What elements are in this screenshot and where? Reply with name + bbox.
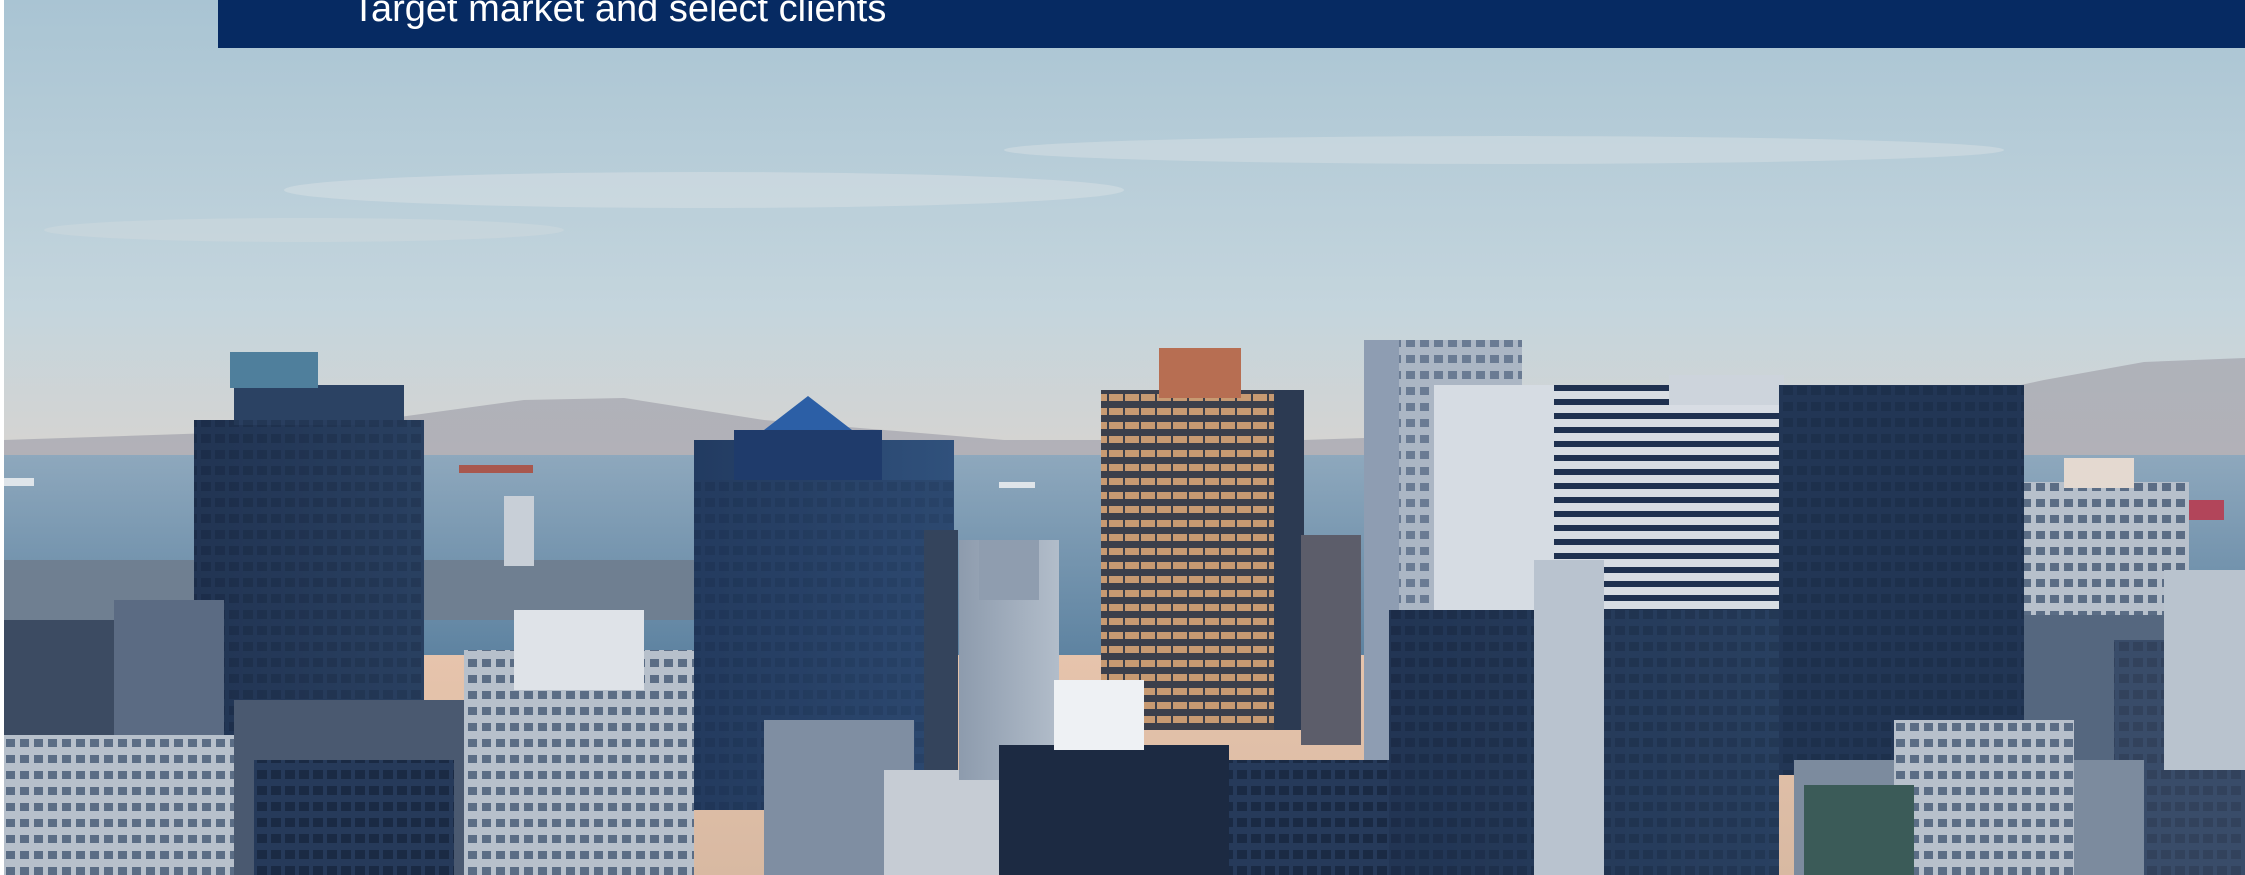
title-banner: Target market and select clients	[218, 0, 2245, 48]
slide: Target market and select clients	[0, 0, 2245, 875]
slide-title: Target market and select clients	[352, 0, 887, 30]
skyline-illustration	[4, 0, 2245, 875]
city-skyline-photo	[4, 0, 2245, 875]
